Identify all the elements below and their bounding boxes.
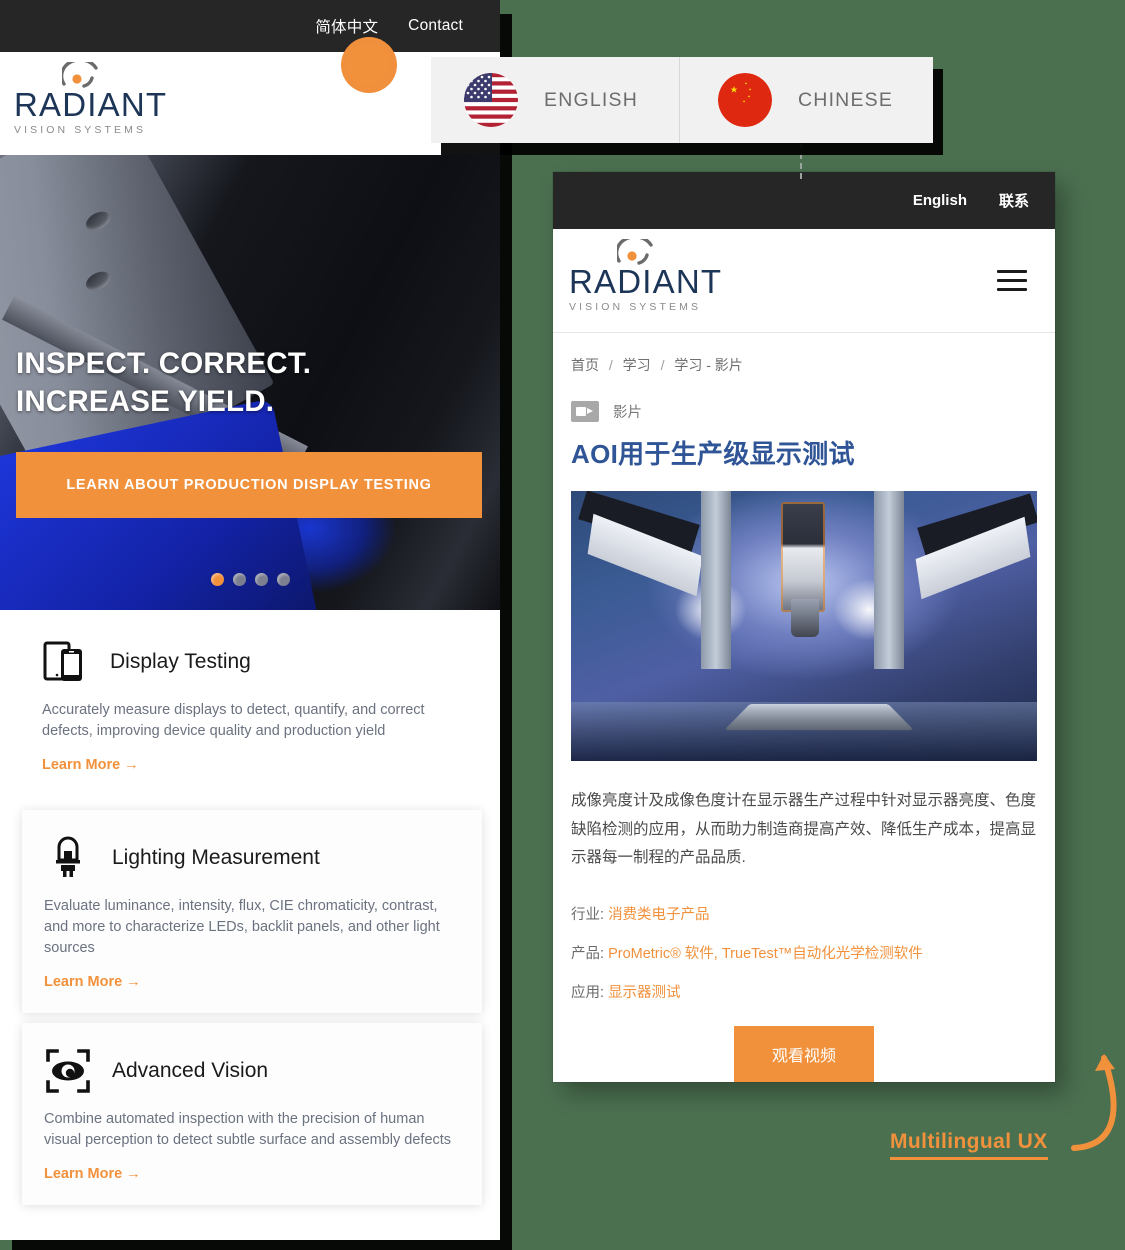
video-camera-icon — [571, 401, 599, 422]
breadcrumb-item-learn[interactable]: 学习 — [623, 357, 651, 373]
thumb-camera-lens — [791, 599, 820, 637]
language-option-chinese[interactable]: CHINESE — [679, 57, 933, 143]
annotation-label: Multilingual UX — [890, 1130, 1048, 1160]
thumb-frame-column — [701, 491, 732, 670]
feature-learn-more-link[interactable]: Learn More → — [44, 1166, 141, 1182]
feature-card-lighting-measurement: Lighting Measurement Evaluate luminance,… — [22, 810, 482, 1014]
us-flag-icon — [464, 73, 518, 127]
eye-bracket-icon — [46, 1049, 90, 1093]
hero-title-line-1: INSPECT. CORRECT. — [16, 347, 312, 380]
curved-arrow-icon — [1071, 1054, 1117, 1151]
feature-title: Advanced Vision — [112, 1059, 269, 1083]
cursor-click-indicator — [341, 37, 397, 93]
tablet-phone-icon — [43, 641, 82, 681]
video-thumbnail[interactable] — [571, 491, 1037, 761]
feature-title: Display Testing — [110, 650, 251, 673]
language-option-label: CHINESE — [798, 88, 894, 111]
meta-value-link[interactable]: 显示器测试 — [608, 985, 681, 1001]
carousel-dot-4[interactable] — [276, 573, 290, 586]
feature-learn-more-link[interactable]: Learn More → — [44, 974, 141, 990]
popup-connector-line — [800, 143, 802, 179]
feature-title: Lighting Measurement — [112, 846, 320, 870]
radiant-swoosh-icon — [62, 61, 98, 88]
china-flag-icon — [718, 73, 772, 127]
breadcrumb-item-home[interactable]: 首页 — [571, 357, 599, 373]
language-option-english[interactable]: ENGLISH — [431, 57, 679, 143]
chinese-logo-area: RADIANT VISION SYSTEMS — [553, 229, 1055, 333]
page-title: AOI用于生产级显示测试 — [571, 439, 855, 469]
meta-label: 产品: — [571, 946, 605, 963]
carousel-dot-2[interactable] — [232, 573, 246, 586]
watch-video-button[interactable]: 观看视频 — [733, 1026, 874, 1082]
feature-card-display-testing: Display Testing Accurately measure displ… — [0, 610, 500, 801]
thumb-camera-head — [780, 501, 825, 612]
language-switch-link[interactable]: 简体中文 — [315, 15, 378, 37]
logo-tagline: VISION SYSTEMS — [569, 300, 702, 313]
contact-link[interactable]: Contact — [408, 17, 463, 35]
content-type-badge: 影片 — [571, 401, 1037, 422]
chinese-topbar: English 联系 — [553, 172, 1055, 229]
carousel-dot-3[interactable] — [254, 573, 268, 586]
chinese-content: 首页 / 学习 / 学习 - 影片 影片 AOI用于生产级显示测试 成像亮度计及… — [553, 333, 1055, 1082]
meta-row-industry: 行业: 消费类电子产品 — [571, 903, 1037, 924]
logo-wordmark: RADIANT — [569, 262, 723, 300]
annotation-multilingual-ux: Multilingual UX — [890, 1130, 1048, 1160]
language-switch-link-english[interactable]: English — [913, 192, 967, 209]
breadcrumb-separator: / — [608, 357, 613, 373]
feature-description: Accurately measure displays to detect, q… — [42, 702, 425, 740]
meta-label: 行业: — [571, 907, 605, 924]
feature-list: Display Testing Accurately measure displ… — [0, 610, 500, 1206]
hero-cta-button[interactable]: LEARN ABOUT PRODUCTION DISPLAY TESTING — [16, 451, 482, 519]
description-paragraph: 成像亮度计及成像色度计在显示器生产过程中针对显示器亮度、色度缺陷检测的应用，从而… — [571, 792, 1037, 867]
feature-learn-more-link[interactable]: Learn More → — [42, 757, 139, 773]
light-bulb-icon — [56, 836, 80, 878]
meta-label: 应用: — [571, 985, 605, 1002]
feature-description: Combine automated inspection with the pr… — [44, 1111, 452, 1149]
contact-link-chinese[interactable]: 联系 — [999, 190, 1029, 211]
english-site-panel: 简体中文 Contact RADIANT VISION SYSTEMS INSP… — [0, 0, 500, 1240]
language-option-label: ENGLISH — [544, 88, 639, 111]
meta-row-products: 产品: ProMetric® 软件, TrueTest™自动化光学检测软件 — [571, 942, 1037, 963]
breadcrumb-separator: / — [660, 357, 665, 373]
carousel-dot-1[interactable] — [210, 573, 224, 586]
hero-copy: INSPECT. CORRECT. INCREASE YIELD. LEARN … — [16, 345, 484, 519]
hamburger-menu-icon[interactable] — [997, 264, 1027, 297]
feature-card-advanced-vision: Advanced Vision Combine automated inspec… — [22, 1023, 482, 1206]
logo-tagline: VISION SYSTEMS — [14, 123, 147, 136]
hero-title-line-2: INCREASE YIELD. — [16, 385, 275, 419]
radiant-logo[interactable]: RADIANT VISION SYSTEMS — [14, 61, 168, 136]
radiant-logo-chinese[interactable]: RADIANT VISION SYSTEMS — [569, 238, 723, 313]
english-topbar: 简体中文 Contact — [0, 0, 500, 52]
chinese-site-panel: English 联系 RADIANT VISION SYSTEMS 首页 / 学… — [553, 172, 1055, 1082]
carousel-dots — [0, 573, 500, 586]
thumb-frame-column — [873, 491, 904, 670]
language-selector-popup: ENGLISH CHINESE — [431, 57, 933, 143]
breadcrumb-item-current: 学习 - 影片 — [674, 357, 743, 373]
meta-value-link[interactable]: 消费类电子产品 — [608, 907, 710, 923]
radiant-swoosh-icon — [617, 238, 653, 265]
english-logo-area: RADIANT VISION SYSTEMS — [0, 52, 500, 155]
meta-row-applications: 应用: 显示器测试 — [571, 981, 1037, 1002]
feature-description: Evaluate luminance, intensity, flux, CIE… — [44, 898, 440, 957]
logo-wordmark: RADIANT — [14, 85, 168, 123]
meta-value-link[interactable]: ProMetric® 软件, TrueTest™自动化光学检测软件 — [608, 946, 923, 962]
badge-label: 影片 — [613, 405, 642, 421]
hero-carousel: INSPECT. CORRECT. INCREASE YIELD. LEARN … — [0, 155, 500, 610]
breadcrumb: 首页 / 学习 / 学习 - 影片 — [571, 355, 1037, 375]
